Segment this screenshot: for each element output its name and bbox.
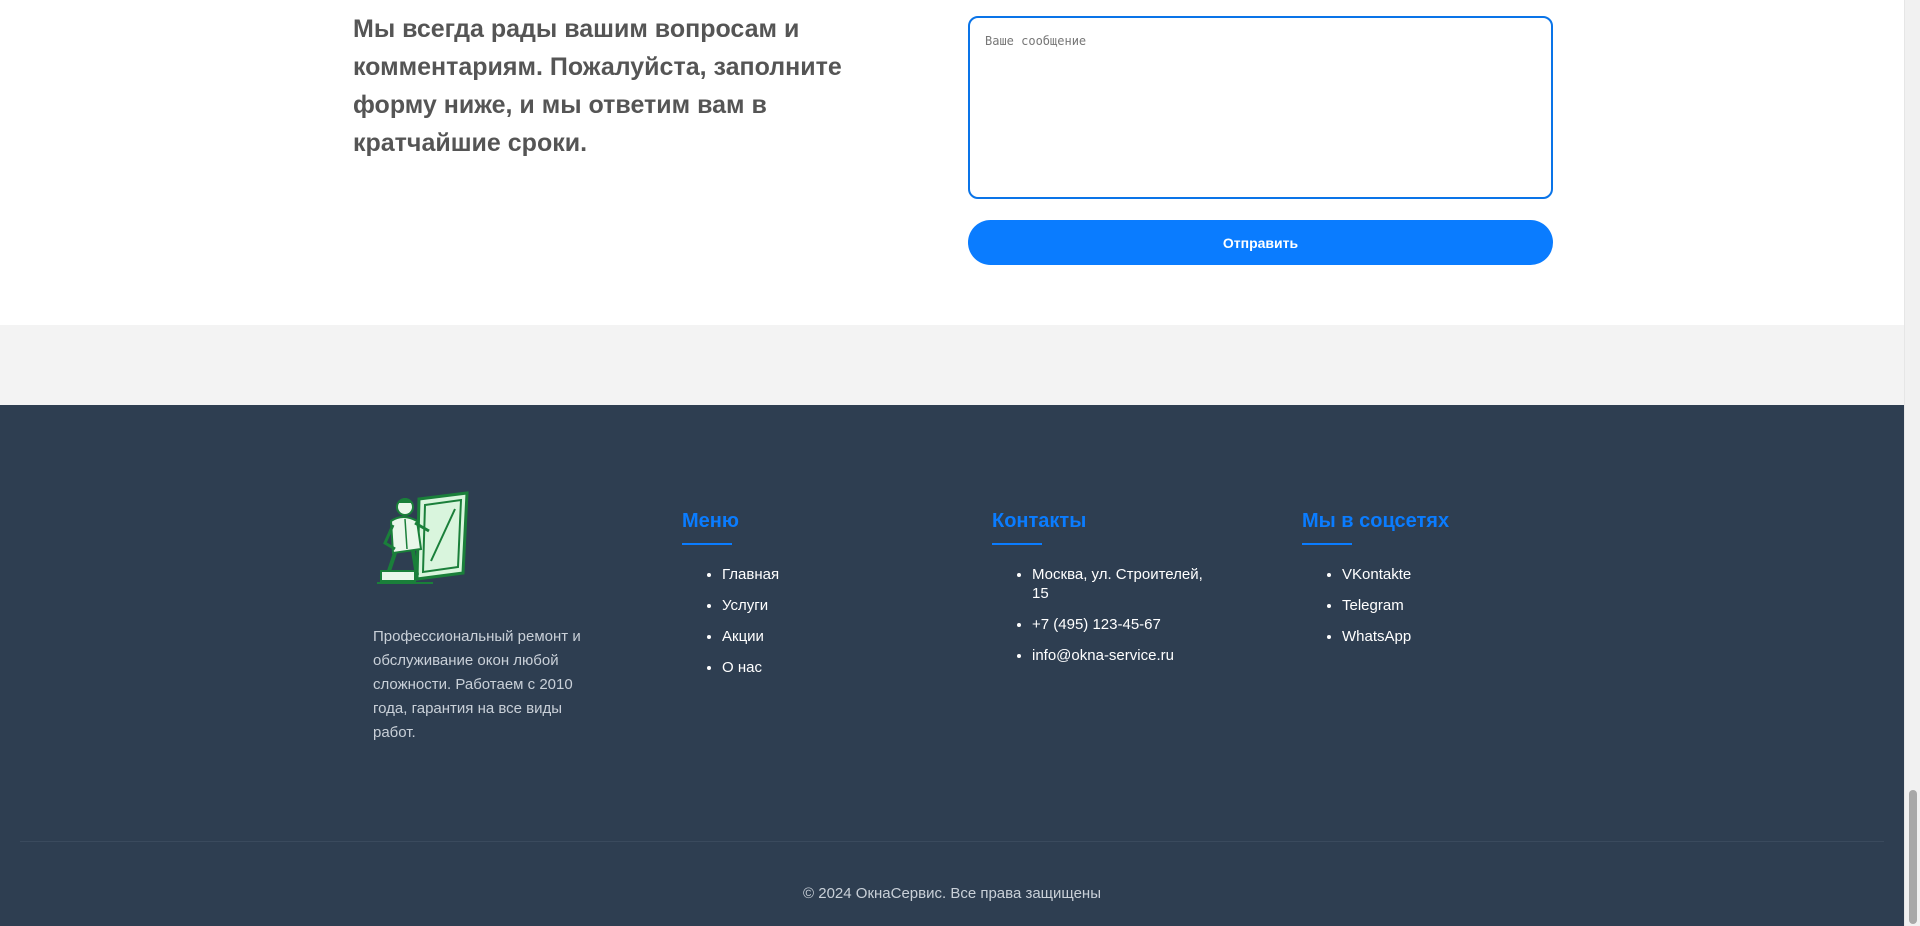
footer-menu-item-promotions[interactable]: Акции xyxy=(722,627,922,646)
footer-contacts-list: Москва, ул. Строителей, 15 +7 (495) 123-… xyxy=(992,565,1232,665)
social-link-label[interactable]: WhatsApp xyxy=(1342,628,1411,645)
section-spacer xyxy=(0,325,1904,405)
page: Мы всегда рады вашим вопросам и коммента… xyxy=(0,0,1904,926)
menu-link-label[interactable]: Услуги xyxy=(722,597,768,614)
contact-email-link[interactable]: info@okna-service.ru xyxy=(1032,647,1174,664)
contact-intro-text: Мы всегда рады вашим вопросам и коммента… xyxy=(353,15,842,157)
footer-menu-item-about[interactable]: О нас xyxy=(722,658,922,677)
footer-contacts-column: Контакты Москва, ул. Строителей, 15 +7 (… xyxy=(992,509,1232,677)
footer-social-list: VKontakte Telegram WhatsApp xyxy=(1302,565,1542,646)
footer-contacts-title: Контакты xyxy=(992,510,1087,532)
scrollbar-thumb[interactable] xyxy=(1909,790,1917,924)
contact-email[interactable]: info@okna-service.ru xyxy=(1032,646,1222,665)
footer: Профессиональный ремонт и обслуживание о… xyxy=(0,405,1904,926)
footer-about-text: Профессиональный ремонт и обслуживание о… xyxy=(373,628,581,741)
social-link-whatsapp[interactable]: WhatsApp xyxy=(1342,627,1542,646)
title-underline xyxy=(1302,543,1352,545)
contact-section: Мы всегда рады вашим вопросам и коммента… xyxy=(0,0,1904,325)
message-textarea[interactable] xyxy=(968,16,1553,199)
copyright-text: © 2024 ОкнаСервис. Все права защищены xyxy=(803,885,1101,902)
menu-link-label[interactable]: О нас xyxy=(722,659,762,676)
footer-menu-column: Меню Главная Услуги Акции О нас xyxy=(682,509,922,689)
contact-phone[interactable]: +7 (495) 123-45-67 xyxy=(1032,615,1222,634)
submit-button[interactable]: Отправить xyxy=(968,220,1553,265)
menu-link-label[interactable]: Акции xyxy=(722,628,764,645)
menu-link-label[interactable]: Главная xyxy=(722,566,779,583)
footer-menu-item-home[interactable]: Главная xyxy=(722,565,922,584)
contact-address: Москва, ул. Строителей, 15 xyxy=(1032,565,1222,603)
social-link-label[interactable]: VKontakte xyxy=(1342,566,1411,583)
social-link-vkontakte[interactable]: VKontakte xyxy=(1342,565,1542,584)
contact-phone-link[interactable]: +7 (495) 123-45-67 xyxy=(1032,616,1161,633)
contact-address-text: Москва, ул. Строителей, 15 xyxy=(1032,566,1203,602)
social-link-telegram[interactable]: Telegram xyxy=(1342,596,1542,615)
footer-divider xyxy=(20,841,1884,842)
page-scrollbar[interactable] xyxy=(1904,0,1920,926)
footer-menu-list: Главная Услуги Акции О нас xyxy=(682,565,922,677)
window-installer-logo-icon[interactable] xyxy=(373,491,471,587)
title-underline xyxy=(992,543,1042,545)
footer-social-column: Мы в соцсетях VKontakte Telegram WhatsAp… xyxy=(1302,509,1542,658)
title-underline xyxy=(682,543,732,545)
social-link-label[interactable]: Telegram xyxy=(1342,597,1404,614)
footer-menu-title: Меню xyxy=(682,510,739,532)
footer-social-title: Мы в соцсетях xyxy=(1302,510,1450,532)
footer-menu-item-services[interactable]: Услуги xyxy=(722,596,922,615)
